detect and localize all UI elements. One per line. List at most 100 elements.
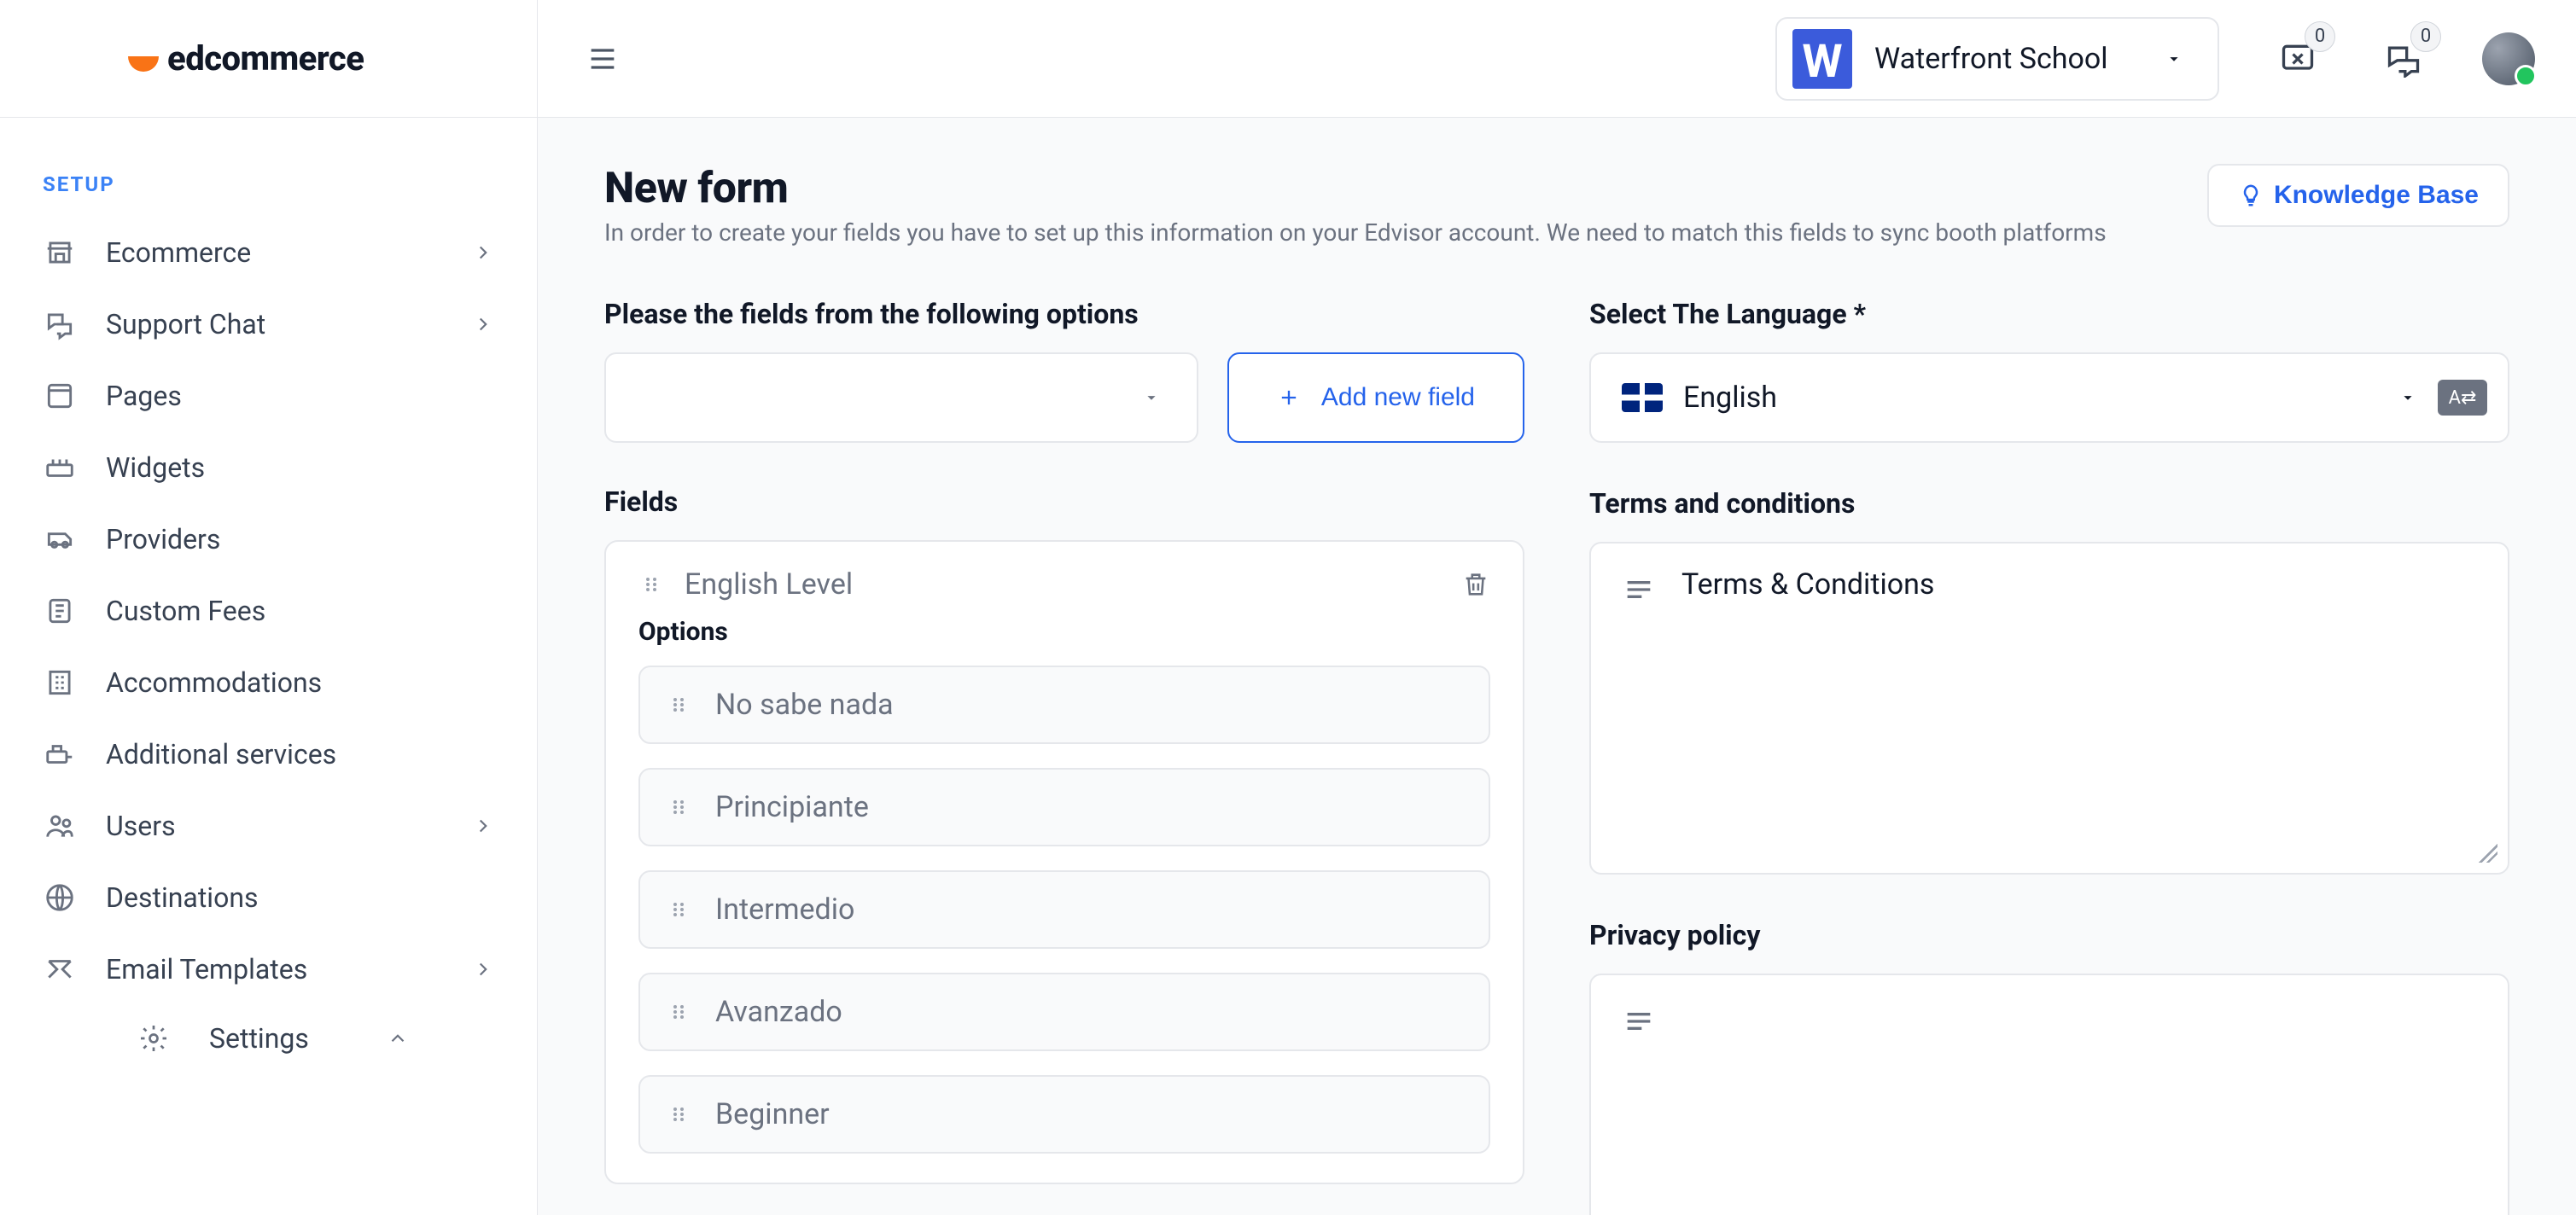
language-label: Select The Language * <box>1589 298 2509 330</box>
terms-textarea[interactable]: Terms & Conditions <box>1589 542 2509 875</box>
content: New form In order to create your fields … <box>538 118 2576 1215</box>
users-icon <box>43 809 77 843</box>
sidebar-item-label: Destinations <box>106 881 259 914</box>
school-name: Waterfront School <box>1874 42 2142 76</box>
option-label: Beginner <box>715 1097 830 1131</box>
delete-field-button[interactable] <box>1461 570 1490 599</box>
badge-count: 0 <box>2305 21 2335 52</box>
drag-handle-icon[interactable] <box>666 692 691 718</box>
sidebar-item-ecommerce[interactable]: Ecommerce <box>0 217 537 288</box>
logo-swoosh-icon <box>128 56 159 72</box>
language-select[interactable]: English A⇄ <box>1589 352 2509 443</box>
page-header: New form In order to create your fields … <box>604 164 2509 247</box>
plus-icon <box>1277 386 1301 410</box>
sidebar: edcommerce SETUP Ecommerce Support Chat <box>0 0 538 1215</box>
sidebar-item-additional-services[interactable]: Additional services <box>0 718 537 790</box>
template-icon <box>43 952 77 986</box>
providers-icon <box>43 522 77 556</box>
page-icon <box>43 379 77 413</box>
option-label: Principiante <box>715 790 869 824</box>
terms-label: Terms and conditions <box>1589 487 2509 520</box>
sidebar-item-pages[interactable]: Pages <box>0 360 537 432</box>
sidebar-item-support-chat[interactable]: Support Chat <box>0 288 537 360</box>
sidebar-item-widgets[interactable]: Widgets <box>0 432 537 503</box>
form-columns: Please the fields from the following opt… <box>604 298 2509 1215</box>
privacy-textarea[interactable] <box>1589 974 2509 1215</box>
text-lines-icon <box>1622 1004 1656 1038</box>
services-icon <box>43 737 77 771</box>
app-root: edcommerce SETUP Ecommerce Support Chat <box>0 0 2576 1215</box>
lightbulb-icon <box>2238 183 2264 208</box>
sidebar-item-destinations[interactable]: Destinations <box>0 862 537 933</box>
page-title-block: New form In order to create your fields … <box>604 164 2107 247</box>
drag-handle-icon[interactable] <box>638 572 664 597</box>
right-column: Select The Language * English A⇄ Terms a… <box>1589 298 2509 1215</box>
option-item[interactable]: Avanzado <box>638 973 1490 1051</box>
sidebar-item-email-templates[interactable]: Email Templates <box>0 933 537 1005</box>
option-label: No sabe nada <box>715 688 894 722</box>
sidebar-item-accommodations[interactable]: Accommodations <box>0 647 537 718</box>
sidebar-item-label: Additional services <box>106 738 336 770</box>
drag-handle-icon[interactable] <box>666 794 691 820</box>
left-column: Please the fields from the following opt… <box>604 298 1524 1215</box>
sidebar-subitem-settings[interactable]: Settings <box>0 1005 537 1072</box>
option-item[interactable]: Principiante <box>638 768 1490 846</box>
field-card: English Level Options No sabe nada <box>604 540 1524 1184</box>
drag-handle-icon[interactable] <box>666 999 691 1025</box>
option-item[interactable]: No sabe nada <box>638 666 1490 744</box>
add-button-label: Add new field <box>1321 383 1475 412</box>
privacy-label: Privacy policy <box>1589 919 2509 951</box>
school-logo-icon: W <box>1792 29 1852 89</box>
sidebar-item-label: Accommodations <box>106 666 322 699</box>
notifications-cancel-button[interactable]: 0 <box>2270 32 2325 86</box>
sidebar-item-label: Email Templates <box>106 953 307 985</box>
chat-icon <box>43 307 77 341</box>
user-avatar[interactable] <box>2482 32 2535 85</box>
page-subtitle: In order to create your fields you have … <box>604 218 2107 247</box>
field-name: English Level <box>685 567 853 602</box>
sidebar-item-users[interactable]: Users <box>0 790 537 862</box>
menu-toggle-button[interactable] <box>579 35 627 83</box>
chevron-right-icon <box>472 958 494 980</box>
storefront-icon <box>43 235 77 270</box>
option-item[interactable]: Beginner <box>638 1075 1490 1154</box>
brand-name: edcommerce <box>167 38 364 78</box>
building-icon <box>43 666 77 700</box>
widgets-icon <box>43 451 77 485</box>
option-item[interactable]: Intermedio <box>638 870 1490 949</box>
topbar: W Waterfront School 0 0 <box>538 0 2576 118</box>
gear-icon <box>137 1021 171 1055</box>
translate-icon: A⇄ <box>2438 380 2487 416</box>
caret-down-icon <box>2165 49 2183 68</box>
kb-button-label: Knowledge Base <box>2274 181 2479 210</box>
option-label: Intermedio <box>715 892 854 927</box>
chevron-right-icon <box>472 313 494 335</box>
options-label: Options <box>638 617 1490 647</box>
page-title: New form <box>604 164 2107 213</box>
sidebar-nav: Ecommerce Support Chat Pages <box>0 217 537 1072</box>
chevron-up-icon <box>387 1027 409 1049</box>
drag-handle-icon[interactable] <box>666 1102 691 1127</box>
sidebar-item-label: Support Chat <box>106 308 265 340</box>
add-new-field-button[interactable]: Add new field <box>1227 352 1524 443</box>
uk-flag-icon <box>1622 383 1663 412</box>
sidebar-item-custom-fees[interactable]: Custom Fees <box>0 575 537 647</box>
chevron-right-icon <box>472 241 494 264</box>
sidebar-item-label: Users <box>106 810 176 842</box>
field-picker-label: Please the fields from the following opt… <box>604 298 1524 330</box>
drag-handle-icon[interactable] <box>666 897 691 922</box>
resize-handle-icon[interactable] <box>2479 844 2497 863</box>
globe-icon <box>43 881 77 915</box>
sidebar-item-providers[interactable]: Providers <box>0 503 537 575</box>
field-select[interactable] <box>604 352 1198 443</box>
knowledge-base-button[interactable]: Knowledge Base <box>2207 164 2509 227</box>
brand-logo: edcommerce <box>128 38 364 78</box>
school-selector[interactable]: W Waterfront School <box>1775 17 2219 101</box>
field-header: English Level <box>638 567 1490 602</box>
language-value: English <box>1683 381 2378 415</box>
caret-down-icon <box>1142 388 1161 407</box>
option-label: Avanzado <box>715 995 842 1029</box>
messages-button[interactable]: 0 <box>2376 32 2431 86</box>
sidebar-item-label: Custom Fees <box>106 595 265 627</box>
fees-icon <box>43 594 77 628</box>
